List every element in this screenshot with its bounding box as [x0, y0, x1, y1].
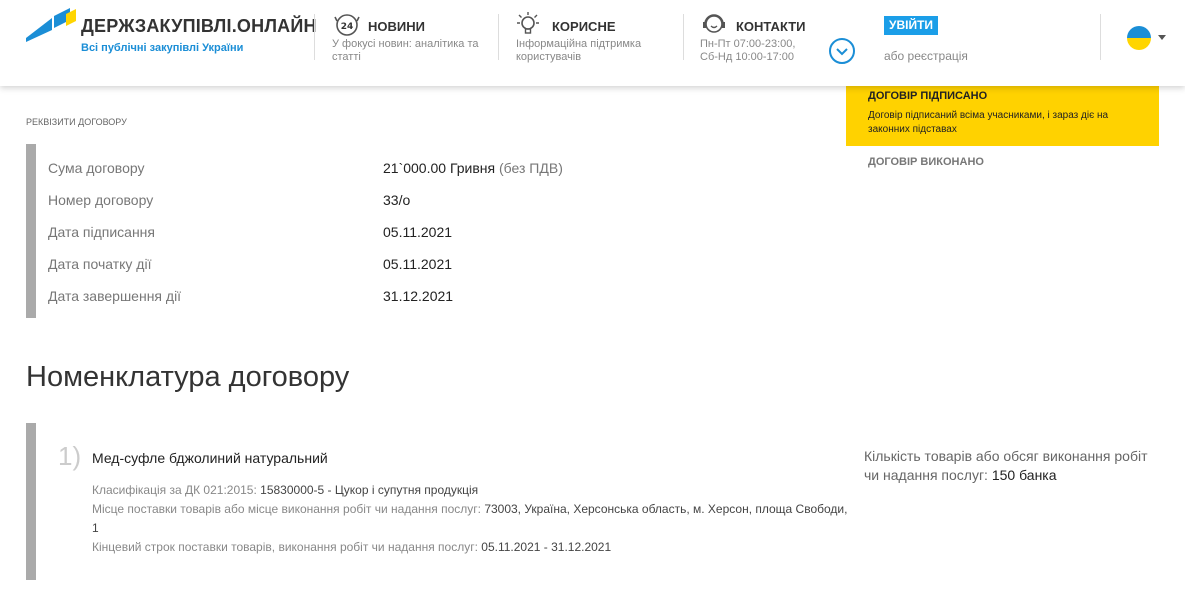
header-divider [1100, 14, 1101, 60]
details-key: Дата підписання [48, 224, 155, 240]
nomenclature-item: 1) Мед-суфле бджолиний натуральний Класи… [26, 423, 1166, 580]
news-badge: 24 [341, 22, 354, 32]
header-divider [498, 14, 499, 60]
details-row-amount: Сума договору 21`000.00 Гривня (без ПДВ) [48, 160, 648, 180]
item-delivery-term-value: 05.11.2021 - 31.12.2021 [481, 540, 612, 554]
logo-title: ДЕРЖЗАКУПІВЛІ.ОНЛАЙН [81, 16, 317, 36]
contacts-title: КОНТАКТИ [736, 19, 806, 34]
header-divider [683, 14, 684, 60]
details-key: Дата завершення дії [48, 288, 182, 304]
contacts-hours-weekend: Сб-Нд 10:00-17:00 [700, 51, 795, 63]
header-useful[interactable]: КОРИСНЕ Інформаційна підтримка користува… [516, 10, 666, 70]
item-classification-value: 15830000-5 - Цукор і супутня продукція [260, 483, 479, 497]
item-number: 1) [58, 441, 82, 471]
contract-details: Сума договору 21`000.00 Гривня (без ПДВ)… [26, 144, 626, 318]
useful-title: КОРИСНЕ [552, 19, 616, 34]
contract-details-label: РЕКВІЗИТИ ДОГОВОРУ [26, 117, 127, 127]
logo-subtitle: Всі публічні закупівлі України [81, 42, 244, 54]
item-classification-label: Класифікація за ДК 021:2015: [92, 483, 257, 497]
lightbulb-icon [517, 12, 539, 34]
status-signed-title: ДОГОВІР ПІДПИСАНО [868, 90, 988, 102]
item-classification: Класифікація за ДК 021:2015: 15830000-5 … [92, 481, 852, 500]
contacts-hours-weekdays: Пн-Пт 07:00-23:00, [700, 38, 796, 50]
header-news[interactable]: 24 НОВИНИ У фокусі новин: аналітика та с… [332, 10, 492, 70]
details-row-end-date: Дата завершення дії 31.12.2021 [48, 288, 648, 308]
amount-vat-note: (без ПДВ) [499, 160, 563, 176]
status-completed-title: ДОГОВІР ВИКОНАНО [868, 156, 984, 168]
language-flag-icon[interactable] [1127, 26, 1151, 50]
details-value: 31.12.2021 [383, 288, 454, 304]
news-title: НОВИНИ [368, 19, 425, 34]
details-row-start-date: Дата початку дії 05.11.2021 [48, 256, 648, 276]
useful-description: Інформаційна підтримка користувачів [516, 38, 642, 63]
headset-support-icon [703, 14, 725, 33]
details-key: Сума договору [48, 160, 145, 176]
news-24-icon: 24 [334, 14, 360, 36]
item-quantity-value: 150 банка [991, 467, 1057, 483]
details-row-signed-date: Дата підписання 05.11.2021 [48, 224, 648, 244]
login-button[interactable]: УВІЙТИ [884, 16, 939, 35]
details-key: Номер договору [48, 192, 154, 208]
header-divider [314, 14, 315, 60]
logo-mark-icon [26, 8, 76, 42]
item-delivery-place: Місце поставки товарів або місце виконан… [92, 500, 852, 538]
site-header: ДЕРЖЗАКУПІВЛІ.ОНЛАЙН Всі публічні закупі… [0, 0, 1185, 86]
news-description: У фокусі новин: аналітика та статті [332, 38, 479, 63]
details-value: 05.11.2021 [383, 224, 453, 240]
item-delivery-place-label: Місце поставки товарів або місце виконан… [92, 502, 481, 516]
register-link[interactable]: або реєстрація [884, 49, 968, 63]
details-value: 05.11.2021 [383, 256, 453, 272]
header-contacts[interactable]: КОНТАКТИ Пн-Пт 07:00-23:00, Сб-Нд 10:00-… [700, 10, 820, 70]
status-signed-description: Договір підписаний всіма учасниками, і з… [868, 110, 1109, 135]
details-value: 33/о [383, 192, 411, 208]
language-caret-icon[interactable] [1158, 35, 1166, 40]
details-value: 21`000.00 Гривня (без ПДВ) [383, 160, 563, 176]
item-quantity: Кількість товарів або обсяг виконання ро… [864, 447, 1164, 485]
status-signed-panel: ДОГОВІР ПІДПИСАНО Договір підписаний всі… [846, 84, 1159, 146]
contacts-expand-button[interactable] [829, 38, 855, 64]
item-meta: Класифікація за ДК 021:2015: 15830000-5 … [92, 481, 852, 557]
item-delivery-term-label: Кінцевий строк поставки товарів, виконан… [92, 540, 478, 554]
site-logo[interactable]: ДЕРЖЗАКУПІВЛІ.ОНЛАЙН Всі публічні закупі… [26, 8, 316, 68]
chevron-down-icon [836, 48, 848, 56]
amount-value: 21`000.00 Гривня [383, 160, 496, 176]
item-delivery-term: Кінцевий строк поставки товарів, виконан… [92, 538, 852, 557]
details-key: Дата початку дії [48, 256, 152, 272]
nomenclature-title: Номенклатура договору [26, 361, 350, 393]
contacts-hours: Пн-Пт 07:00-23:00, Сб-Нд 10:00-17:00 [700, 38, 820, 64]
details-row-number: Номер договору 33/о [48, 192, 648, 212]
item-name: Мед-суфле бджолиний натуральний [92, 450, 328, 466]
